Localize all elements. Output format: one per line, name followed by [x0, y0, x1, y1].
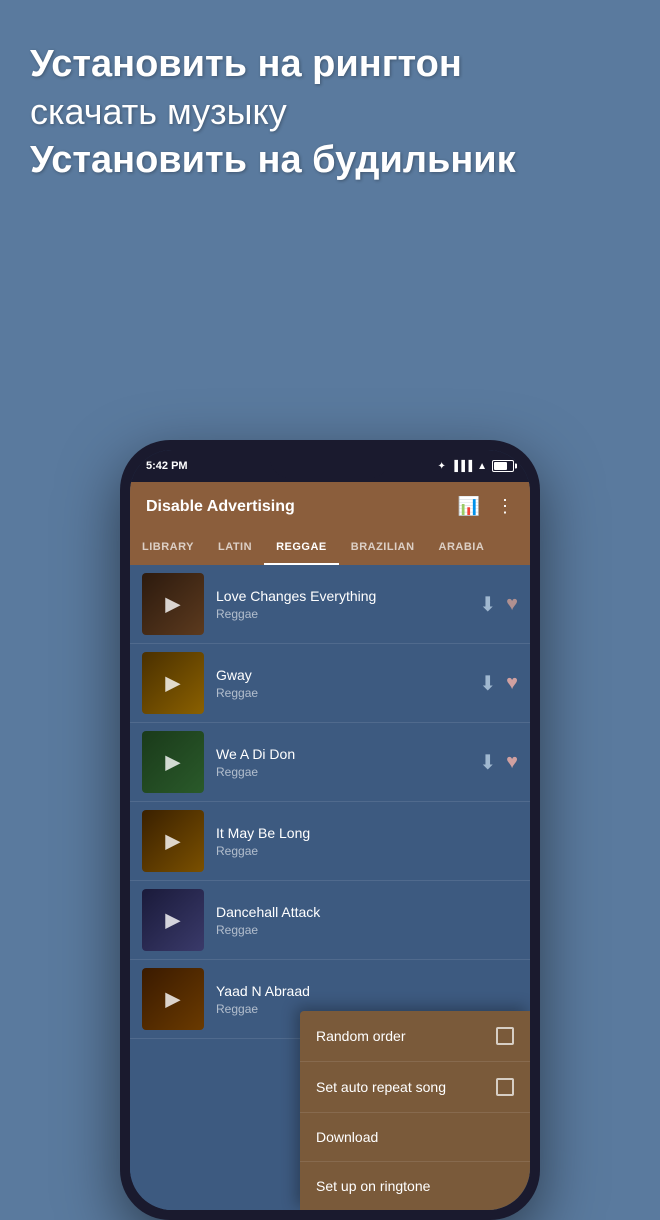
- wifi-icon: ▲: [477, 461, 487, 472]
- song-genre: Reggae: [216, 844, 518, 858]
- song-info: We A Di Don Reggae: [216, 746, 479, 779]
- play-icon[interactable]: ▶: [165, 829, 180, 854]
- song-name: Gway: [216, 667, 479, 683]
- tab-library[interactable]: LIBRARY: [130, 531, 206, 565]
- tabs-bar: LIBRARY LATIN REGGAE BRAZILIAN ARABIA: [130, 531, 530, 565]
- song-thumbnail[interactable]: ▶: [142, 652, 204, 714]
- checkbox-repeat[interactable]: [496, 1078, 514, 1096]
- more-menu-icon[interactable]: ⋮: [496, 496, 514, 517]
- tab-reggae[interactable]: REGGAE: [264, 531, 339, 565]
- play-icon[interactable]: ▶: [165, 987, 180, 1012]
- list-item: ▶ We A Di Don Reggae ⬇ ♥: [130, 723, 530, 802]
- menu-item-random[interactable]: Random order: [300, 1011, 530, 1062]
- menu-item-label: Random order: [316, 1028, 406, 1044]
- favorite-button[interactable]: ♥: [506, 751, 518, 774]
- song-genre: Reggae: [216, 686, 479, 700]
- status-time: 5:42 PM: [146, 460, 188, 472]
- phone-mockup: 5:42 PM ✦ ▐▐▐ ▲ Disable Advertising 📊: [120, 440, 540, 1220]
- song-genre: Reggae: [216, 765, 479, 779]
- menu-item-download[interactable]: Download: [300, 1113, 530, 1162]
- play-icon[interactable]: ▶: [165, 908, 180, 933]
- song-genre: Reggae: [216, 923, 518, 937]
- tab-brazilian[interactable]: BRAZILIAN: [339, 531, 427, 565]
- phone-outer: 5:42 PM ✦ ▐▐▐ ▲ Disable Advertising 📊: [120, 440, 540, 1220]
- download-button[interactable]: ⬇: [479, 750, 496, 775]
- header-icons: 📊 ⋮: [458, 496, 514, 517]
- signal-icon: ▐▐▐: [451, 461, 472, 472]
- menu-item-ringtone[interactable]: Set up on ringtone: [300, 1162, 530, 1210]
- bluetooth-icon: ✦: [437, 461, 445, 472]
- song-actions: ⬇ ♥: [479, 671, 518, 696]
- tab-arabia[interactable]: ARABIA: [427, 531, 497, 565]
- menu-item-label: Set up on ringtone: [316, 1178, 430, 1194]
- song-actions: ⬇ ♥: [479, 750, 518, 775]
- song-name: It May Be Long: [216, 825, 518, 841]
- song-name: Yaad N Abraad: [216, 983, 518, 999]
- checkbox-random[interactable]: [496, 1027, 514, 1045]
- phone-inner: 5:42 PM ✦ ▐▐▐ ▲ Disable Advertising 📊: [130, 450, 530, 1210]
- list-item: ▶ It May Be Long Reggae: [130, 802, 530, 881]
- song-thumbnail[interactable]: ▶: [142, 731, 204, 793]
- song-info: It May Be Long Reggae: [216, 825, 518, 858]
- download-button[interactable]: ⬇: [479, 671, 496, 696]
- song-thumbnail[interactable]: ▶: [142, 810, 204, 872]
- promo-line1: Установить на рингтон: [30, 40, 630, 89]
- song-thumbnail[interactable]: ▶: [142, 889, 204, 951]
- chart-icon[interactable]: 📊: [458, 496, 480, 517]
- favorite-button[interactable]: ♥: [506, 593, 518, 616]
- song-actions: ⬇ ♥: [479, 592, 518, 617]
- song-info: Gway Reggae: [216, 667, 479, 700]
- song-name: Love Changes Everything: [216, 588, 479, 604]
- list-item: ▶ Gway Reggae ⬇ ♥: [130, 644, 530, 723]
- menu-item-repeat[interactable]: Set auto repeat song: [300, 1062, 530, 1113]
- app-content: Disable Advertising 📊 ⋮ LIBRARY LATIN RE…: [130, 482, 530, 1210]
- play-icon[interactable]: ▶: [165, 671, 180, 696]
- song-thumbnail[interactable]: ▶: [142, 968, 204, 1030]
- list-item: ▶ Dancehall Attack Reggae: [130, 881, 530, 960]
- favorite-button[interactable]: ♥: [506, 672, 518, 695]
- song-name: We A Di Don: [216, 746, 479, 762]
- song-info: Dancehall Attack Reggae: [216, 904, 518, 937]
- promo-line2: скачать музыку: [30, 89, 630, 136]
- song-name: Dancehall Attack: [216, 904, 518, 920]
- menu-item-label: Download: [316, 1129, 378, 1145]
- context-menu: Random order Set auto repeat song Downlo…: [300, 1011, 530, 1210]
- play-icon[interactable]: ▶: [165, 592, 180, 617]
- menu-item-label: Set auto repeat song: [316, 1079, 446, 1095]
- status-icons: ✦ ▐▐▐ ▲: [437, 460, 514, 472]
- app-title: Disable Advertising: [146, 498, 295, 516]
- song-list: ▶ Love Changes Everything Reggae ⬇ ♥: [130, 565, 530, 1210]
- song-info: Love Changes Everything Reggae: [216, 588, 479, 621]
- play-icon[interactable]: ▶: [165, 750, 180, 775]
- app-header: Disable Advertising 📊 ⋮: [130, 482, 530, 531]
- song-thumbnail[interactable]: ▶: [142, 573, 204, 635]
- promo-text-area: Установить на рингтон скачать музыку Уст…: [0, 0, 660, 216]
- song-genre: Reggae: [216, 607, 479, 621]
- battery-fill: [494, 462, 507, 470]
- phone-notch: [270, 450, 390, 478]
- download-button[interactable]: ⬇: [479, 592, 496, 617]
- battery-icon: [492, 460, 514, 472]
- tab-latin[interactable]: LATIN: [206, 531, 264, 565]
- list-item: ▶ Love Changes Everything Reggae ⬇ ♥: [130, 565, 530, 644]
- promo-line3: Установить на будильник: [30, 136, 630, 185]
